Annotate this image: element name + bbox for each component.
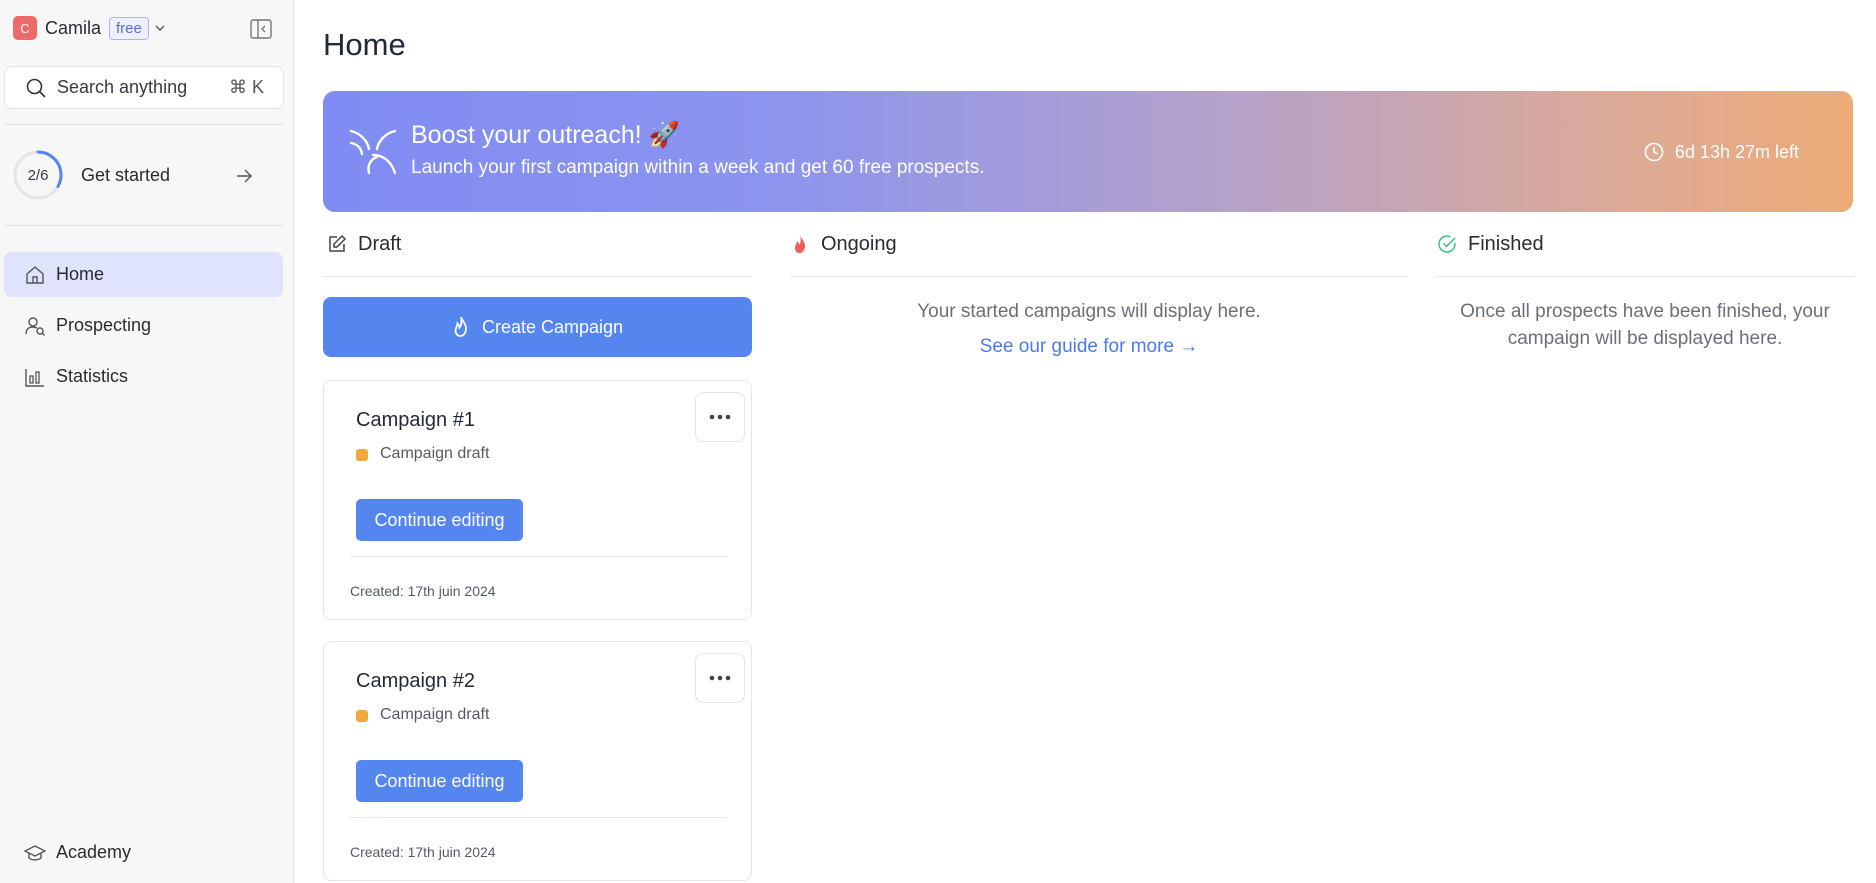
sidebar-item-label: Statistics <box>56 366 129 386</box>
more-options-button[interactable] <box>695 392 745 442</box>
more-horizontal-icon <box>709 675 731 681</box>
graduation-cap-icon <box>24 844 46 861</box>
sidebar-item-prospecting[interactable]: Prospecting <box>4 303 283 348</box>
workspace-switcher[interactable]: C Camila free <box>13 16 166 40</box>
divider <box>1436 276 1854 277</box>
create-campaign-label: Create Campaign <box>481 316 624 337</box>
campaign-status: Campaign draft <box>380 706 490 723</box>
timer-text: 6d 13h 27m left <box>1674 141 1799 162</box>
column-label: Draft <box>358 232 402 255</box>
search-placeholder: Search anything <box>57 77 188 97</box>
divider <box>323 276 752 277</box>
column-label: Finished <box>1468 232 1544 255</box>
chevron-down-icon <box>155 25 165 31</box>
signal-waves-icon <box>349 129 397 175</box>
column-header-ongoing: Ongoing <box>789 230 897 258</box>
sidebar-item-academy[interactable]: Academy <box>4 830 283 875</box>
finished-empty-text: Once all prospects have been finished, y… <box>1436 298 1854 352</box>
onboarding-progress-text: 2/6 <box>27 166 49 184</box>
column-header-draft: Draft <box>326 230 401 258</box>
workspace-avatar: C <box>13 16 37 40</box>
sidebar: C Camila free Search anything ⌘ K 2/6 Ge… <box>0 0 294 883</box>
sidebar-item-label: Prospecting <box>56 315 152 335</box>
continue-editing-button[interactable]: Continue editing <box>356 760 523 802</box>
status-dot <box>356 449 368 461</box>
search-bar[interactable]: Search anything ⌘ K <box>4 66 284 109</box>
sidebar-item-label: Academy <box>56 842 132 862</box>
promo-banner: Boost your outreach! 🚀 Launch your first… <box>323 91 1853 212</box>
create-campaign-button[interactable]: Create Campaign <box>323 297 752 357</box>
more-options-button[interactable] <box>695 653 745 703</box>
divider <box>790 276 1407 277</box>
status-dot <box>356 710 368 722</box>
campaign-title: Campaign #1 <box>356 409 475 431</box>
campaign-card[interactable]: Campaign #1 Campaign draft Continue edit… <box>323 380 752 620</box>
ongoing-empty-text: Your started campaigns will display here… <box>917 301 1261 322</box>
divider <box>4 124 284 125</box>
banner-timer: 6d 13h 27m left <box>1643 141 1799 163</box>
clock-icon <box>1644 142 1664 162</box>
home-icon <box>26 265 44 284</box>
search-shortcut: ⌘ K <box>228 77 264 97</box>
sidebar-item-label: Home <box>56 264 105 284</box>
sidebar-item-home[interactable]: Home <box>4 252 283 297</box>
campaign-created-date: Created: 17th juin 2024 <box>350 583 496 599</box>
get-started-link[interactable]: Get started <box>81 165 170 186</box>
plan-badge: free <box>109 16 149 40</box>
banner-subtitle: Launch your first campaign within a week… <box>411 157 985 178</box>
guide-link[interactable]: See our guide for more → <box>784 336 1394 358</box>
campaign-created-date: Created: 17th juin 2024 <box>350 844 496 860</box>
campaign-status: Campaign draft <box>380 445 490 462</box>
page-title: Home <box>323 27 406 62</box>
column-header-finished: Finished <box>1436 230 1544 258</box>
flame-icon <box>454 316 467 337</box>
collapse-sidebar-icon[interactable] <box>249 17 273 41</box>
flame-icon <box>795 235 805 253</box>
divider <box>350 556 727 557</box>
divider <box>4 225 284 226</box>
user-search-icon <box>25 316 45 336</box>
finished-empty-line: campaign will be displayed here. <box>1507 328 1783 349</box>
column-label: Ongoing <box>821 232 897 255</box>
search-icon <box>26 78 46 98</box>
bar-chart-icon <box>25 368 44 387</box>
edit-icon <box>329 234 347 252</box>
check-circle-icon <box>1438 235 1456 253</box>
campaign-card[interactable]: Campaign #2 Campaign draft Continue edit… <box>323 641 752 881</box>
banner-title: Boost your outreach! 🚀 <box>411 121 680 149</box>
more-horizontal-icon <box>709 414 731 420</box>
continue-editing-button[interactable]: Continue editing <box>356 499 523 541</box>
finished-empty-line: Once all prospects have been finished, y… <box>1460 301 1830 322</box>
workspace-name: Camila <box>45 17 102 38</box>
sidebar-item-statistics[interactable]: Statistics <box>4 354 283 399</box>
arrow-right-icon[interactable] <box>234 166 254 186</box>
divider <box>350 817 727 818</box>
campaign-title: Campaign #2 <box>356 670 475 692</box>
